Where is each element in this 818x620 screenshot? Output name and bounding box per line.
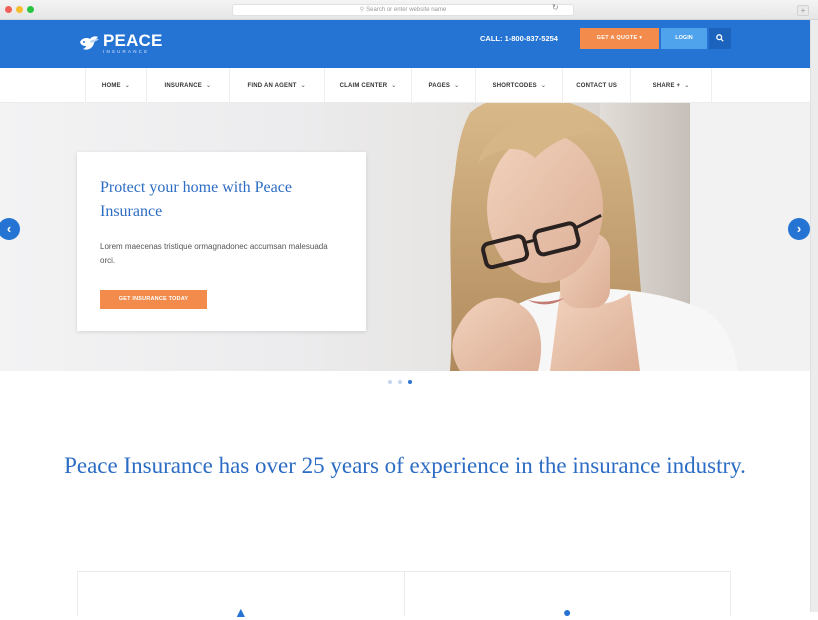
maximize-window-button[interactable]: [27, 6, 34, 13]
nav-item-shortcodes[interactable]: SHORTCODES ⌄: [476, 68, 564, 103]
nav-item-pages[interactable]: PAGES ⌄: [412, 68, 477, 103]
login-button[interactable]: LOGIN: [661, 28, 707, 49]
hero-card: Protect your home with Peace Insurance L…: [77, 152, 366, 331]
nav-shortcodes-label: SHORTCODES: [492, 82, 537, 89]
call-phone-number[interactable]: CALL: 1-800-837-5254: [480, 34, 558, 43]
nav-claim-center-label: CLAIM CENTER: [339, 82, 388, 89]
browser-toolbar: ⚲ Search or enter website name ↻ +: [0, 0, 818, 20]
arrow-right-icon: ›: [796, 221, 802, 236]
new-tab-button[interactable]: +: [797, 5, 809, 16]
feature-boxes: ▲ ●: [77, 571, 731, 620]
hero-title: Protect your home with Peace Insurance: [100, 179, 292, 220]
nav-find-agent-label: FIND AN AGENT: [247, 82, 297, 89]
nav-item-share[interactable]: SHARE + ⌄: [631, 68, 712, 103]
minimize-window-button[interactable]: [16, 6, 23, 13]
chevron-down-icon: ⌄: [684, 83, 690, 89]
get-a-quote-label: GET A QUOTE: [596, 35, 638, 41]
chevron-down-icon: ⌄: [391, 83, 397, 89]
nav-item-insurance[interactable]: INSURANCE ⌄: [147, 68, 230, 103]
nav-insurance-label: INSURANCE: [164, 82, 202, 89]
feature-box-2: ●: [403, 572, 731, 620]
page-scrollbar[interactable]: [810, 20, 818, 612]
chevron-down-icon: ⌄: [205, 83, 212, 89]
site-logo[interactable]: PEACE INSURANCE: [78, 28, 163, 58]
search-icon: ⚲: [359, 7, 365, 13]
nav-item-claim-center[interactable]: CLAIM CENTER ⌄: [325, 68, 413, 103]
address-bar[interactable]: ⚲ Search or enter website name: [232, 4, 574, 16]
nav-pages-label: PAGES: [428, 82, 451, 89]
slide-dot-3-active[interactable]: [408, 380, 412, 384]
bird-logo-icon: [78, 33, 99, 53]
get-a-quote-button[interactable]: GET A QUOTE ▾: [580, 28, 659, 49]
slider-pagination: [388, 380, 412, 384]
hero-slider: Protect your home with Peace Insurance L…: [0, 103, 810, 371]
chevron-down-icon: ⌄: [300, 83, 306, 89]
header-search-button[interactable]: [709, 28, 731, 49]
nav-contact-label: CONTACT US: [576, 82, 618, 89]
feature-icon: ▲: [233, 604, 248, 620]
chevron-down-icon: ⌄: [540, 83, 547, 89]
nav-share-label: SHARE +: [652, 82, 681, 89]
site-header: PEACE INSURANCE CALL: 1-800-837-5254 GET…: [0, 20, 810, 68]
chevron-down-icon: ⌄: [124, 83, 130, 89]
close-window-button[interactable]: [5, 6, 12, 13]
nav-home-label: HOME: [101, 82, 121, 89]
slider-next-button[interactable]: ›: [788, 218, 810, 240]
logo-name: PEACE: [103, 30, 163, 50]
get-insurance-today-button[interactable]: GET INSURANCE TODAY: [100, 290, 207, 309]
chevron-down-icon: ▾: [639, 35, 643, 41]
chevron-down-icon: ⌄: [454, 83, 460, 89]
feature-box-1: ▲: [78, 572, 404, 620]
address-placeholder: Search or enter website name: [366, 7, 447, 13]
slide-dot-1[interactable]: [388, 380, 392, 384]
search-icon: [716, 34, 724, 42]
main-navigation: HOME ⌄ INSURANCE ⌄ FIND AN AGENT ⌄ CLAIM CE…: [0, 68, 810, 103]
nav-item-find-an-agent[interactable]: FIND AN AGENT ⌄: [230, 68, 325, 103]
nav-item-contact-us[interactable]: CONTACT US: [563, 68, 632, 103]
feature-icon: ●: [563, 604, 572, 620]
reload-icon[interactable]: ↻: [552, 3, 559, 12]
nav-item-home[interactable]: HOME ⌄: [86, 68, 147, 103]
arrow-left-icon: ‹: [6, 221, 12, 236]
section-headline: Peace Insurance has over 25 years of exp…: [64, 453, 746, 478]
hero-description: Lorem maecenas tristique ormagnadonec ac…: [100, 242, 328, 265]
slide-dot-2[interactable]: [398, 380, 402, 384]
